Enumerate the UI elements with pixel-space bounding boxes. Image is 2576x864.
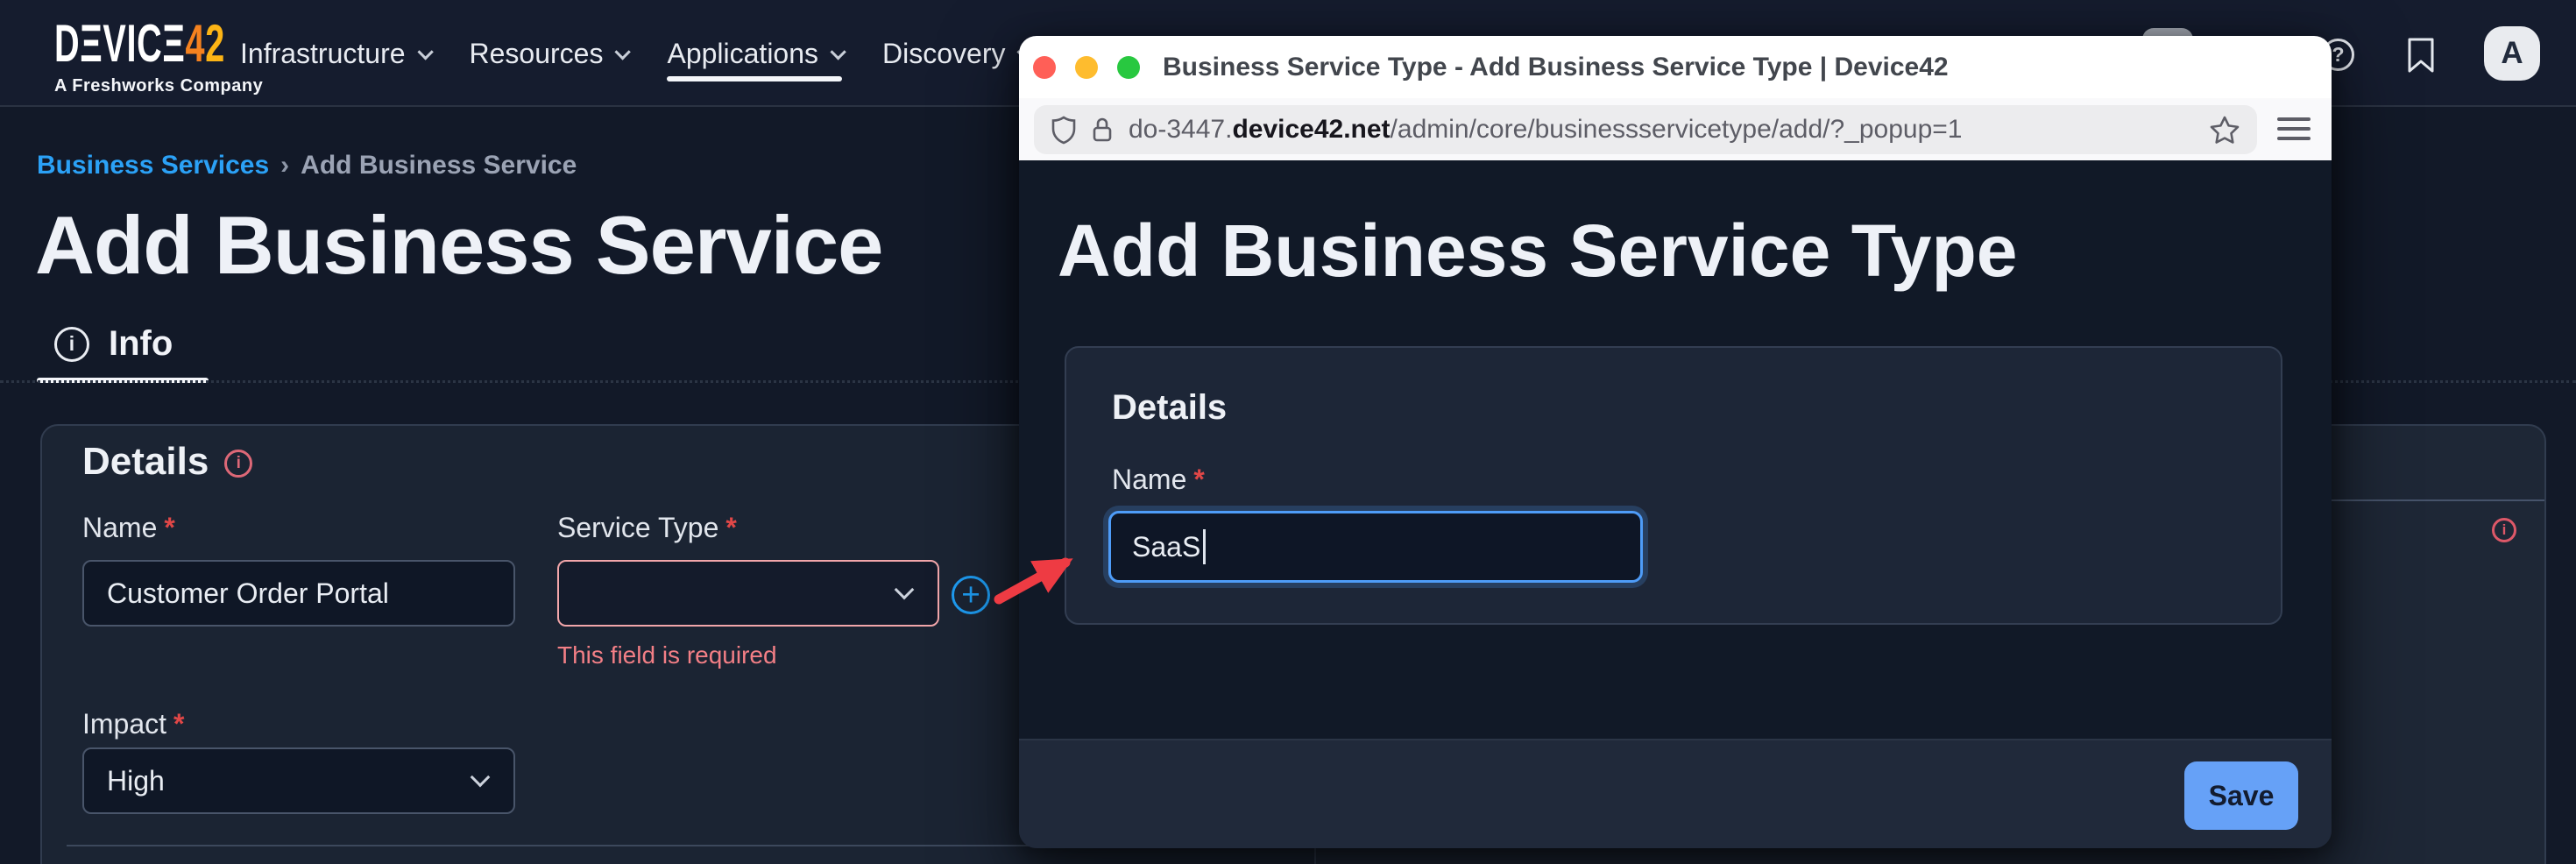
maximize-icon[interactable] [1117,56,1140,79]
tab-info-label: Info [109,324,173,364]
bookmark-icon[interactable] [2407,37,2435,78]
impact-select[interactable]: High [82,747,515,814]
popup-toolbar: do-3447.device42.net/admin/core/business… [1019,98,2332,160]
chevron-down-icon [615,44,631,60]
plus-icon: + [961,578,980,611]
required-asterisk: * [164,512,174,543]
menu-icon[interactable] [2277,117,2311,146]
popup-heading: Add Business Service Type [1058,209,2018,294]
impact-value: High [107,765,165,797]
chevron-down-icon [830,44,846,60]
popup-name-label: Name* [1112,464,1205,496]
required-asterisk: * [173,708,184,740]
popup-content: Add Business Service Type Details Name* … [1019,160,2332,739]
chevron-down-icon [895,580,915,600]
breadcrumb: Business Services › Add Business Service [37,151,577,181]
popup-details-card: Details Name* SaaS [1065,346,2282,625]
add-service-type-button[interactable]: + [952,576,990,614]
star-icon[interactable] [2210,116,2240,144]
avatar[interactable]: A [2484,26,2540,81]
chevron-down-icon [471,768,491,788]
url-bar[interactable]: do-3447.device42.net/admin/core/business… [1034,105,2257,154]
nav-item-infrastructure[interactable]: Infrastructure [240,0,429,107]
save-button[interactable]: Save [2184,761,2298,830]
popup-name-value: SaaS [1132,531,1200,563]
details-info-icon[interactable]: i [224,450,252,478]
close-icon[interactable] [1033,56,1056,79]
shield-icon [1051,116,1076,145]
error-info-icon[interactable]: i [2492,518,2516,542]
name-field-label: Name* [82,512,175,544]
info-icon: i [54,327,89,362]
popup-card-heading: Details [1112,388,1227,428]
main-menu: Infrastructure Resources Applications Di… [240,0,1029,107]
breadcrumb-separator: › [280,151,289,181]
popup-name-input[interactable]: SaaS [1108,511,1643,583]
lock-icon [1092,117,1113,143]
url-text: do-3447.device42.net/admin/core/business… [1129,115,1962,145]
service-type-error: This field is required [557,641,777,669]
name-input-value: Customer Order Portal [107,577,389,610]
service-type-select[interactable] [557,560,939,627]
breadcrumb-link[interactable]: Business Services [37,151,269,181]
name-input[interactable]: Customer Order Portal [82,560,515,627]
text-cursor [1203,529,1206,564]
service-type-field-label: Service Type* [557,512,737,544]
required-asterisk: * [1193,464,1204,495]
nav-item-resources[interactable]: Resources [470,0,627,107]
page-title: Add Business Service [35,198,882,293]
popup-window-title: Business Service Type - Add Business Ser… [1163,36,1949,98]
impact-field-label: Impact* [82,708,184,740]
popup-footer: Save [1019,739,2332,848]
popup-browser-window: Business Service Type - Add Business Ser… [1019,36,2332,848]
nav-item-discovery[interactable]: Discovery [882,0,1029,107]
nav-item-applications[interactable]: Applications [667,0,842,107]
details-heading: Details i [82,440,252,484]
breadcrumb-current: Add Business Service [301,151,577,181]
required-asterisk: * [725,512,736,543]
tab-info[interactable]: i Info [54,324,173,364]
minimize-icon[interactable] [1075,56,1098,79]
device42-logo-text: DΞVICΞ42 [54,18,225,70]
chevron-down-icon [417,44,433,60]
popup-titlebar: Business Service Type - Add Business Ser… [1019,36,2332,98]
